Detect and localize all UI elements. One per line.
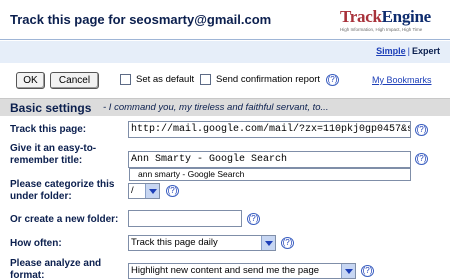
how-often-select[interactable]: Track this page daily <box>128 235 276 251</box>
how-often-label: How often: <box>10 238 62 249</box>
help-icon[interactable]: (?) <box>415 124 428 136</box>
expert-mode-label[interactable]: Expert <box>412 46 440 56</box>
track-page-label: Track this page: <box>10 124 87 135</box>
help-icon[interactable]: (?) <box>326 74 339 86</box>
page-title: Track this page for seosmarty@gmail.com <box>10 12 272 27</box>
ok-button[interactable]: OK <box>16 72 45 89</box>
trackengine-logo: TrackEngine High Information, High Impac… <box>340 7 431 32</box>
help-icon[interactable]: (?) <box>247 213 260 225</box>
cancel-button[interactable]: Cancel <box>50 72 99 89</box>
section-title: Basic settings <box>10 101 92 115</box>
folder-label: Please categorize this under folder: <box>10 179 115 202</box>
analyze-format-select[interactable]: Highlight new content and send me the pa… <box>128 263 356 279</box>
send-confirmation-label: Send confirmation report <box>216 74 321 85</box>
chevron-down-icon <box>341 264 355 278</box>
basic-settings-header: Basic settings - I command you, my tirel… <box>0 98 450 116</box>
folder-select[interactable]: / <box>128 183 160 199</box>
track-url-input[interactable]: http://mail.google.com/mail/?zx=110pkj0g… <box>128 121 411 138</box>
section-subtitle: - I command you, my tireless and faithfu… <box>103 102 329 113</box>
chevron-down-icon <box>261 236 275 250</box>
mode-switcher: Simple | Expert <box>376 46 440 56</box>
new-folder-label: Or create a new folder: <box>10 214 119 225</box>
chevron-down-icon <box>145 184 159 198</box>
my-bookmarks-link[interactable]: My Bookmarks <box>372 75 432 85</box>
help-icon[interactable]: (?) <box>166 185 179 197</box>
help-icon[interactable]: (?) <box>361 265 374 277</box>
help-icon[interactable]: (?) <box>281 237 294 249</box>
title-input[interactable]: Ann Smarty - Google Search <box>128 151 411 168</box>
title-label: Give it an easy-to- remember title: <box>10 143 97 166</box>
help-icon[interactable]: (?) <box>415 153 428 165</box>
send-confirmation-checkbox[interactable] <box>200 74 211 85</box>
autocomplete-suggestion[interactable]: ann smarty - Google Search <box>129 168 411 181</box>
simple-mode-link[interactable]: Simple <box>376 46 406 56</box>
new-folder-input[interactable] <box>128 210 242 227</box>
set-default-checkbox[interactable] <box>120 74 131 85</box>
analyze-label: Please analyze and format: <box>10 258 102 280</box>
window-header: Track this page for seosmarty@gmail.com … <box>0 0 450 40</box>
set-default-label: Set as default <box>136 74 195 85</box>
